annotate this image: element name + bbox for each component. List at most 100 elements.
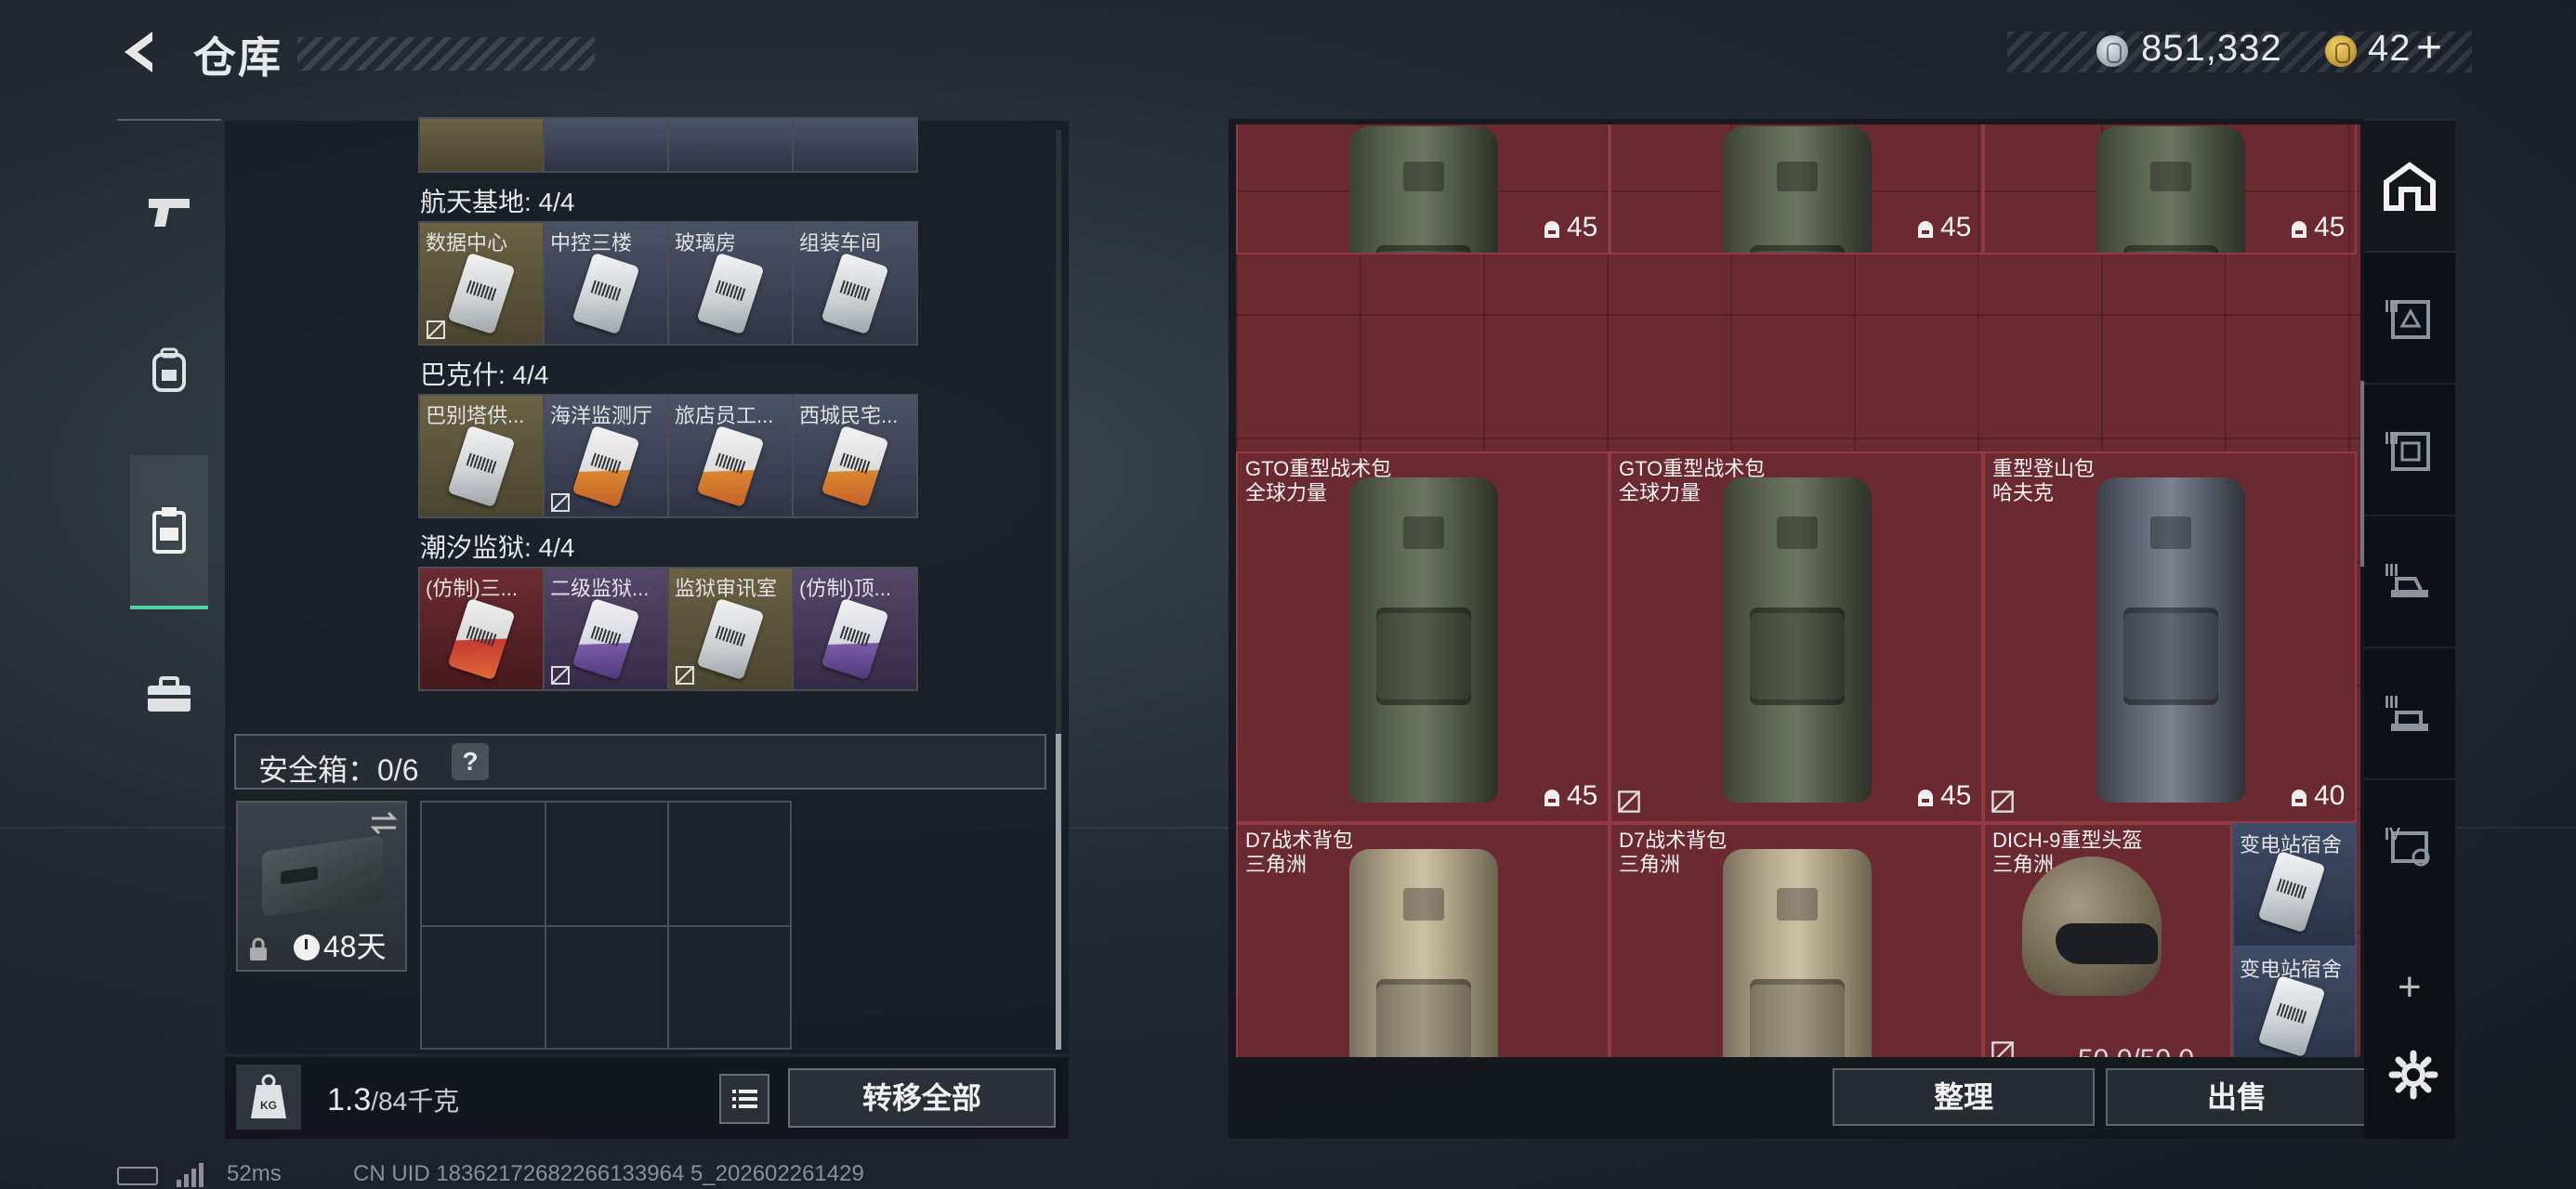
keycard-image xyxy=(696,425,765,508)
help-icon[interactable]: ? xyxy=(452,743,489,780)
status-bar: 52ms CN UID 18362172682266133964 5_20260… xyxy=(117,1161,1232,1189)
add-stash-page-button[interactable]: + xyxy=(2398,964,2422,1011)
stash-item-gto-pack[interactable]: GTO重型战术包 全球力量 45 xyxy=(1610,451,1983,823)
battery-icon xyxy=(117,1167,158,1185)
keycard-hotel-staff[interactable]: 旅店员工... xyxy=(669,396,792,516)
swap-icon[interactable] xyxy=(368,810,400,836)
keycard-image xyxy=(821,597,889,681)
keycard-label: (仿制)三... xyxy=(426,577,518,600)
stash-items-layer: GTO重型战术包 全球力量 45 GTO重型战术包 全球力量 45 重型登山包 哈夫克… xyxy=(1236,124,2360,1057)
keycard-image xyxy=(447,597,516,681)
keycard-slot[interactable] xyxy=(420,119,543,171)
safe-box-header: 安全箱：0/6 ? xyxy=(234,734,1046,790)
keycard-data-center[interactable]: 数据中心 xyxy=(420,223,543,344)
keycard-label: 旅店员工... xyxy=(675,404,774,427)
section-title-aerospace: 航天基地: 4/4 xyxy=(420,188,575,216)
stash-item-keycard[interactable]: 变电站宿舍 xyxy=(2232,947,2357,1057)
keycard-glass-room[interactable]: 玻璃房 xyxy=(669,223,792,344)
backpack-image xyxy=(1723,477,1872,803)
keycard-slot[interactable] xyxy=(545,119,667,171)
svg-text:KG: KG xyxy=(260,1099,277,1112)
keycard-image xyxy=(821,252,889,335)
keycard-level2-prison[interactable]: 二级监狱... xyxy=(545,568,667,689)
section-title-bakhsh: 巴克什: 4/4 xyxy=(420,360,549,389)
keycard-ocean-hall[interactable]: 海洋监测厅 xyxy=(545,396,667,516)
no-drop-icon xyxy=(427,320,445,339)
gold-amount: 42 xyxy=(2368,28,2412,69)
keycard-west-house[interactable]: 西城民宅... xyxy=(794,396,916,516)
tier-label: IV xyxy=(2385,825,2401,843)
stash-item-d7-pack[interactable]: D7战术背包 三角洲 xyxy=(1610,823,1983,1057)
signal-icon xyxy=(177,1163,204,1187)
add-currency-button[interactable]: + xyxy=(2416,22,2442,73)
tier-label: III xyxy=(2385,297,2399,316)
nav-backpack[interactable] xyxy=(117,295,221,444)
durability-value: 45 xyxy=(1940,780,1972,811)
keycard-row-aerospace: 数据中心 中控三楼 玻璃房 组装车间 xyxy=(418,221,918,346)
tab-stash-tier-3d[interactable]: III xyxy=(2364,647,2455,780)
keycard-replica-top[interactable]: (仿制)顶... xyxy=(794,568,916,689)
safe-box-case[interactable]: 48天 xyxy=(236,801,407,972)
helmet-durability: 50.0/50.0 xyxy=(2078,1044,2194,1057)
keycard-interrogation[interactable]: 监狱审讯室 xyxy=(669,568,792,689)
keycard-image xyxy=(696,597,765,681)
keycard-slot[interactable] xyxy=(794,119,916,171)
lock-icon xyxy=(250,937,267,960)
keycard-label: 变电站宿舍 xyxy=(2240,833,2343,856)
list-icon xyxy=(732,1090,757,1108)
weight-readout: 1.3/84千克 xyxy=(327,1081,459,1118)
title-decoration xyxy=(297,37,595,71)
weight-value: 1.3 xyxy=(327,1082,372,1117)
keycard-label: 西城民宅... xyxy=(799,404,899,427)
page-title: 仓库 xyxy=(193,33,283,82)
back-arrow-icon[interactable] xyxy=(115,26,167,78)
list-view-button[interactable] xyxy=(719,1074,769,1124)
user-uid: CN UID 18362172682266133964 5_2026022614… xyxy=(353,1161,864,1186)
keycard-control-3f[interactable]: 中控三楼 xyxy=(545,223,667,344)
stash-item-keycard[interactable]: 变电站宿舍 xyxy=(2232,823,2357,947)
silver-coin-icon xyxy=(2096,35,2128,67)
durability-value: 45 xyxy=(1567,780,1598,811)
safe-box-grid[interactable] xyxy=(420,801,792,1050)
keycard-image xyxy=(696,252,765,335)
tab-stash-tier-3b[interactable]: III xyxy=(2364,383,2455,516)
keycard-image xyxy=(572,597,640,681)
tier-label: III xyxy=(2385,561,2399,580)
keycard-slot[interactable] xyxy=(669,119,792,171)
keycard-babel[interactable]: 巴别塔供... xyxy=(420,396,543,516)
keycard-row-tidal-prison: (仿制)三... 二级监狱... 监狱审讯室 (仿制)顶... xyxy=(418,567,918,691)
backpack-icon xyxy=(152,347,186,392)
nav-keycards[interactable] xyxy=(130,455,208,609)
tab-stash-tier-4[interactable]: IV xyxy=(2364,778,2455,912)
stash-item-climbing-pack[interactable]: 重型登山包 哈夫克 40 xyxy=(1983,451,2357,823)
silver-amount: 851,332 xyxy=(2141,28,2282,69)
stash-home-icon xyxy=(2384,162,2436,211)
item-name: D7战术背包 三角洲 xyxy=(1245,829,1354,876)
safe-box-label: 安全箱：0/6 xyxy=(258,753,419,787)
no-drop-icon xyxy=(676,666,694,685)
nav-toolbox[interactable] xyxy=(117,621,221,769)
gear-icon[interactable] xyxy=(2388,1050,2438,1100)
durability-value: 40 xyxy=(2314,780,2346,811)
tab-stash-tier-3c[interactable]: III xyxy=(2364,515,2455,648)
inventory-scroll-thumb[interactable] xyxy=(1056,734,1061,1050)
stash-item-helmet[interactable]: DICH-9重型头盔三角洲 50.0/50.0 xyxy=(1983,823,2232,1057)
case-timer: 48天 xyxy=(323,930,387,963)
tier-label: III xyxy=(2385,429,2399,448)
stash-item-d7-pack[interactable]: D7战术背包 三角洲 xyxy=(1236,823,1610,1057)
keycard-replica-3[interactable]: (仿制)三... xyxy=(420,568,543,689)
keycard-label: 海洋监测厅 xyxy=(550,404,653,427)
nav-weapons[interactable] xyxy=(117,137,221,286)
sort-button[interactable]: 整理 xyxy=(1833,1068,2095,1126)
keycard-label: 数据中心 xyxy=(426,231,508,255)
stash-item-gto-pack[interactable]: GTO重型战术包 全球力量 45 xyxy=(1236,451,1610,823)
keycard-assembly[interactable]: 组装车间 xyxy=(794,223,916,344)
sell-button[interactable]: 出售 xyxy=(2106,1068,2368,1126)
transfer-all-button[interactable]: 转移全部 xyxy=(788,1068,1056,1128)
tab-stash-tier-3a[interactable]: III xyxy=(2364,251,2455,385)
tab-stash-home[interactable] xyxy=(2364,119,2455,253)
keycard-image xyxy=(447,252,516,335)
weight-unit: /84千克 xyxy=(371,1087,460,1116)
top-header: 仓库 851,332 42 + xyxy=(0,0,2576,111)
keycard-image xyxy=(447,425,516,508)
